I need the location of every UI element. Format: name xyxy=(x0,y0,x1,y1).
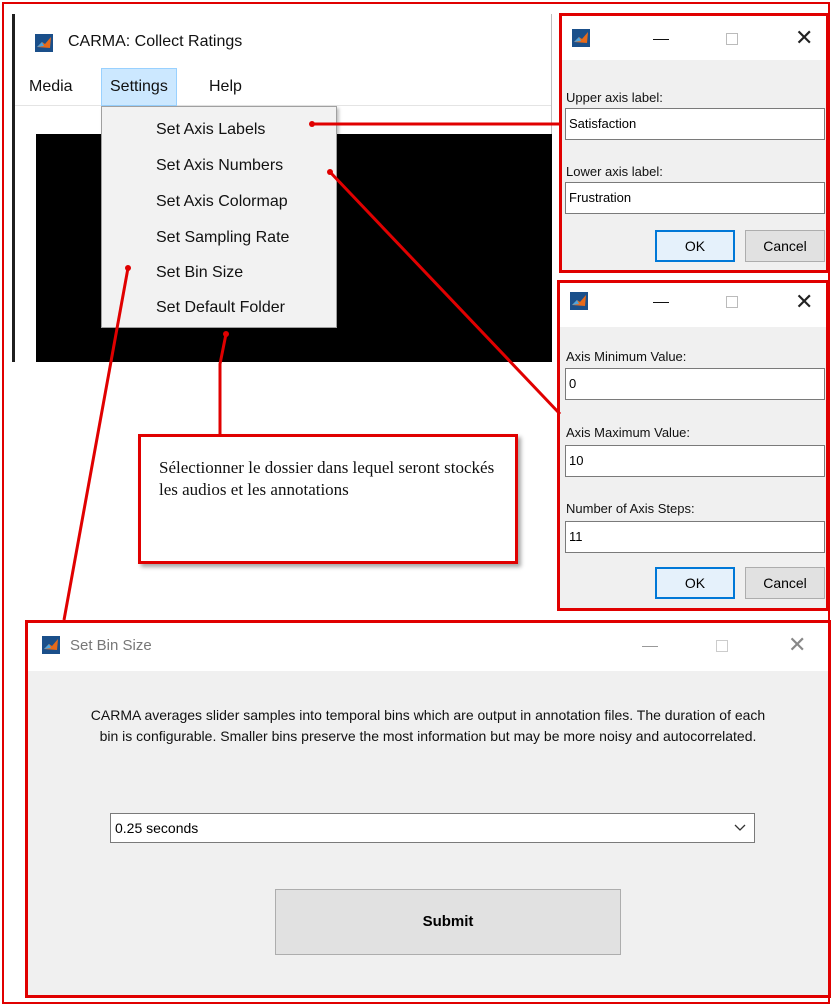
line-dot xyxy=(125,265,131,271)
line-default-folder xyxy=(218,333,228,434)
line-axis-numbers xyxy=(328,170,562,416)
annotation-lines xyxy=(62,121,562,621)
line-dot xyxy=(309,121,315,127)
line-dot xyxy=(327,169,333,175)
line-dot xyxy=(223,331,229,337)
line-bin-size xyxy=(62,267,130,621)
